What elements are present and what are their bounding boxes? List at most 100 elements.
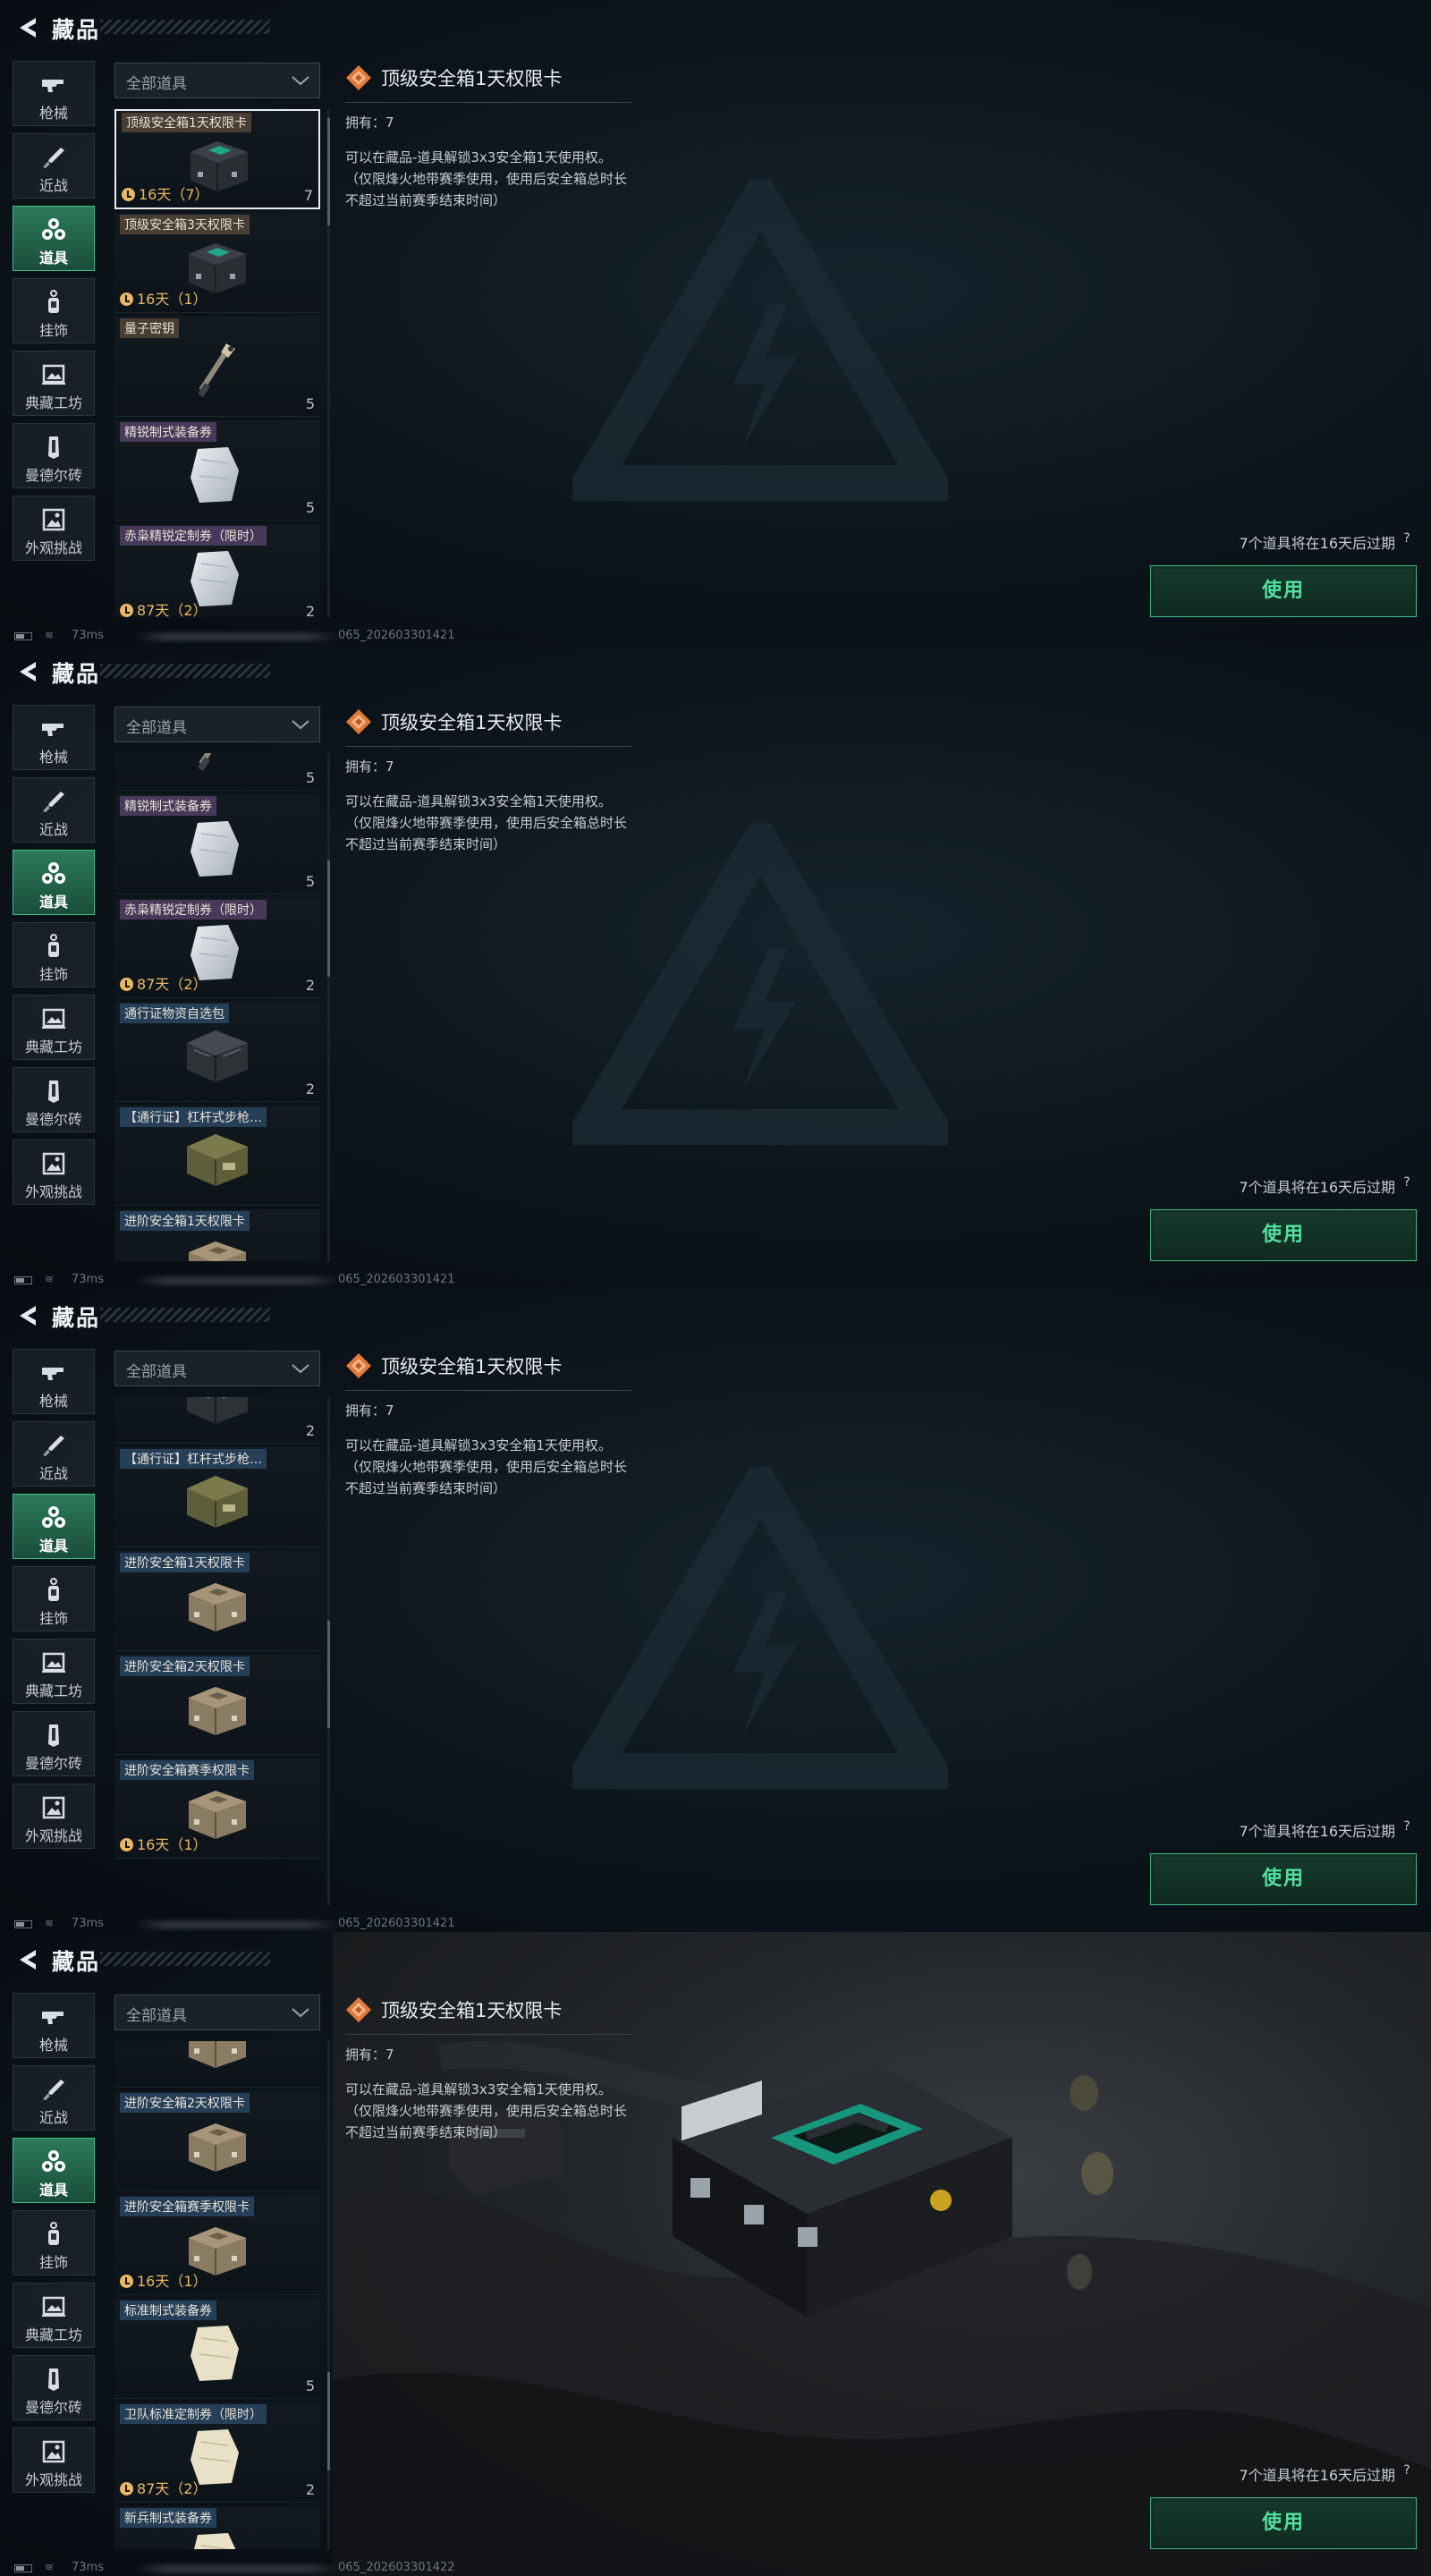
item-thumbnail <box>182 1469 253 1531</box>
list-item[interactable]: 进阶安全箱2天权限卡 <box>114 1655 320 1755</box>
sidebar-item-1[interactable]: 近战 <box>13 133 95 199</box>
item-name: 进阶安全箱赛季权限卡 <box>120 2197 254 2216</box>
sidebar-item-3[interactable]: 挂饰 <box>13 2210 95 2275</box>
list-item[interactable]: 赤枭精锐定制券（限时） 87天（2） 2 <box>114 524 320 617</box>
sidebar-item-6[interactable]: 外观挑战 <box>13 1784 95 1849</box>
item-list[interactable]: 2 【通行证】杠杆式步枪… 进阶安全箱1天权限卡 进阶安全箱2天权限卡 进阶安全箱赛季权… <box>114 1397 320 1905</box>
secure-case-image <box>673 2066 1012 2317</box>
list-item[interactable]: 精锐制式装备券 5 <box>114 794 320 894</box>
sidebar-item-4[interactable]: 典藏工坊 <box>13 995 95 1060</box>
list-item[interactable]: 进阶安全箱1天权限卡 <box>114 1551 320 1651</box>
list-item[interactable]: 进阶安全箱赛季权限卡 16天（1） <box>114 2195 320 2295</box>
use-button[interactable]: 使用 <box>1150 1209 1417 1261</box>
use-button[interactable]: 使用 <box>1150 1853 1417 1905</box>
list-item[interactable] <box>114 2041 320 2088</box>
scrollbar-thumb[interactable] <box>327 118 330 225</box>
sidebar-item-4[interactable]: 典藏工坊 <box>13 351 95 416</box>
item-filter-dropdown[interactable]: 全部道具 <box>114 63 320 98</box>
list-item[interactable]: 【通行证】杠杆式步枪… <box>114 1447 320 1547</box>
list-item[interactable]: 顶级安全箱1天权限卡 16天（7） 7 <box>114 109 320 209</box>
item-filter-dropdown[interactable]: 全部道具 <box>114 1995 320 2030</box>
list-item[interactable]: 精锐制式装备券 5 <box>114 420 320 521</box>
sidebar-item-5[interactable]: 曼德尔砖 <box>13 423 95 488</box>
item-name: 精锐制式装备券 <box>120 796 216 816</box>
item-filter-dropdown[interactable]: 全部道具 <box>114 707 320 742</box>
list-item[interactable]: 通行证物资自选包 2 <box>114 1002 320 1102</box>
item-filter-dropdown[interactable]: 全部道具 <box>114 1351 320 1386</box>
use-button[interactable]: 使用 <box>1150 2497 1417 2549</box>
scrollbar-thumb[interactable] <box>327 2372 330 2470</box>
sidebar-item-5[interactable]: 曼德尔砖 <box>13 1067 95 1132</box>
item-list[interactable]: 5 精锐制式装备券 5 赤枭精锐定制券（限时） 87天（2） 2 通行证物资自选包 2 【通行证… <box>114 753 320 1261</box>
scrollbar-thumb[interactable] <box>327 860 330 977</box>
chevron-down-icon <box>292 2008 309 2018</box>
sidebar-item-3[interactable]: 挂饰 <box>13 1566 95 1631</box>
list-item[interactable]: 2 <box>114 1397 320 1444</box>
sidebar-item-4[interactable]: 典藏工坊 <box>13 2283 95 2348</box>
filter-label: 全部道具 <box>126 2007 187 2025</box>
back-arrow-icon[interactable] <box>14 1946 41 1973</box>
sidebar-item-3[interactable]: 挂饰 <box>13 278 95 343</box>
list-item[interactable]: 5 <box>114 753 320 791</box>
sidebar-item-1[interactable]: 近战 <box>13 777 95 843</box>
sidebar-item-3[interactable]: 挂饰 <box>13 922 95 987</box>
sidebar-item-0[interactable]: 枪械 <box>13 1349 95 1414</box>
help-icon[interactable]: ? <box>1399 1819 1415 1835</box>
item-list[interactable]: 进阶安全箱2天权限卡 进阶安全箱赛季权限卡 16天（1） 标准制式装备券 5 卫队标准定制… <box>114 2041 320 2549</box>
list-item[interactable]: 标准制式装备券 5 <box>114 2299 320 2399</box>
sidebar-item-2[interactable]: 道具 <box>13 1494 95 1559</box>
item-name: 卫队标准定制券（限时） <box>120 2404 267 2424</box>
item-name: 通行证物资自选包 <box>120 1004 229 1023</box>
list-item[interactable]: 量子密钥 5 <box>114 317 320 417</box>
help-icon[interactable]: ? <box>1399 2463 1415 2479</box>
sidebar-item-6[interactable]: 外观挑战 <box>13 1140 95 1205</box>
list-scrollbar[interactable] <box>327 109 330 617</box>
list-item[interactable]: 新兵制式装备券 <box>114 2506 320 2549</box>
workshop-icon <box>39 1650 68 1675</box>
list-item[interactable]: 进阶安全箱1天权限卡 <box>114 1209 320 1261</box>
sidebar-item-2[interactable]: 道具 <box>13 206 95 271</box>
list-scrollbar[interactable] <box>327 1397 330 1905</box>
knife-icon <box>39 145 68 170</box>
redacted-text <box>134 1276 340 1285</box>
list-item[interactable]: 顶级安全箱3天权限卡 16天（1） <box>114 213 320 313</box>
sidebar-item-6[interactable]: 外观挑战 <box>13 496 95 561</box>
list-item[interactable]: 进阶安全箱2天权限卡 <box>114 2091 320 2191</box>
list-item[interactable]: 【通行证】杠杆式步枪… <box>114 1106 320 1206</box>
help-icon[interactable]: ? <box>1399 531 1415 547</box>
sidebar-item-0[interactable]: 枪械 <box>13 705 95 770</box>
list-scrollbar[interactable] <box>327 753 330 1261</box>
sidebar-item-0[interactable]: 枪械 <box>13 61 95 126</box>
category-sidebar: 枪械 近战 道具 挂饰 典藏工坊 曼德尔砖 外观挑战 <box>13 1349 95 1856</box>
list-item[interactable]: 赤枭精锐定制券（限时） 87天（2） 2 <box>114 898 320 998</box>
back-arrow-icon[interactable] <box>14 1302 41 1329</box>
sidebar-item-5[interactable]: 曼德尔砖 <box>13 2355 95 2420</box>
ping-value: 73ms <box>72 1917 104 1930</box>
sidebar-item-5[interactable]: 曼德尔砖 <box>13 1711 95 1776</box>
use-button[interactable]: 使用 <box>1150 565 1417 617</box>
battery-icon <box>14 1276 32 1284</box>
sidebar-item-0[interactable]: 枪械 <box>13 1993 95 2058</box>
sidebar-item-label: 曼德尔砖 <box>24 1755 82 1772</box>
wifi-icon: ≋ <box>45 2561 55 2573</box>
item-timer: 16天（7） <box>122 182 209 204</box>
help-icon[interactable]: ? <box>1399 1175 1415 1191</box>
scrollbar-thumb[interactable] <box>327 1621 330 1728</box>
back-arrow-icon[interactable] <box>14 658 41 685</box>
list-item[interactable]: 进阶安全箱赛季权限卡 16天（1） <box>114 1758 320 1859</box>
item-timer: 16天（1） <box>120 2269 207 2291</box>
sidebar-item-1[interactable]: 近战 <box>13 2065 95 2131</box>
sidebar-item-4[interactable]: 典藏工坊 <box>13 1639 95 1704</box>
item-list[interactable]: 顶级安全箱1天权限卡 16天（7） 7 顶级安全箱3天权限卡 16天（1） 量子密钥 5 精锐… <box>114 109 320 617</box>
session-id: 065_202603301421 <box>338 629 455 642</box>
list-scrollbar[interactable] <box>327 2041 330 2549</box>
status-bar: ≋ 73ms 065_202603301421 <box>0 628 1431 644</box>
sidebar-item-1[interactable]: 近战 <box>13 1421 95 1487</box>
sidebar-item-6[interactable]: 外观挑战 <box>13 2428 95 2493</box>
list-item[interactable]: 卫队标准定制券（限时） 87天（2） 2 <box>114 2402 320 2503</box>
sidebar-item-2[interactable]: 道具 <box>13 2138 95 2203</box>
back-arrow-icon[interactable] <box>14 14 41 41</box>
status-bar: ≋ 73ms 065_202603301421 <box>0 1272 1431 1288</box>
sidebar-item-2[interactable]: 道具 <box>13 850 95 915</box>
sidebar-item-label: 曼德尔砖 <box>24 1111 82 1128</box>
